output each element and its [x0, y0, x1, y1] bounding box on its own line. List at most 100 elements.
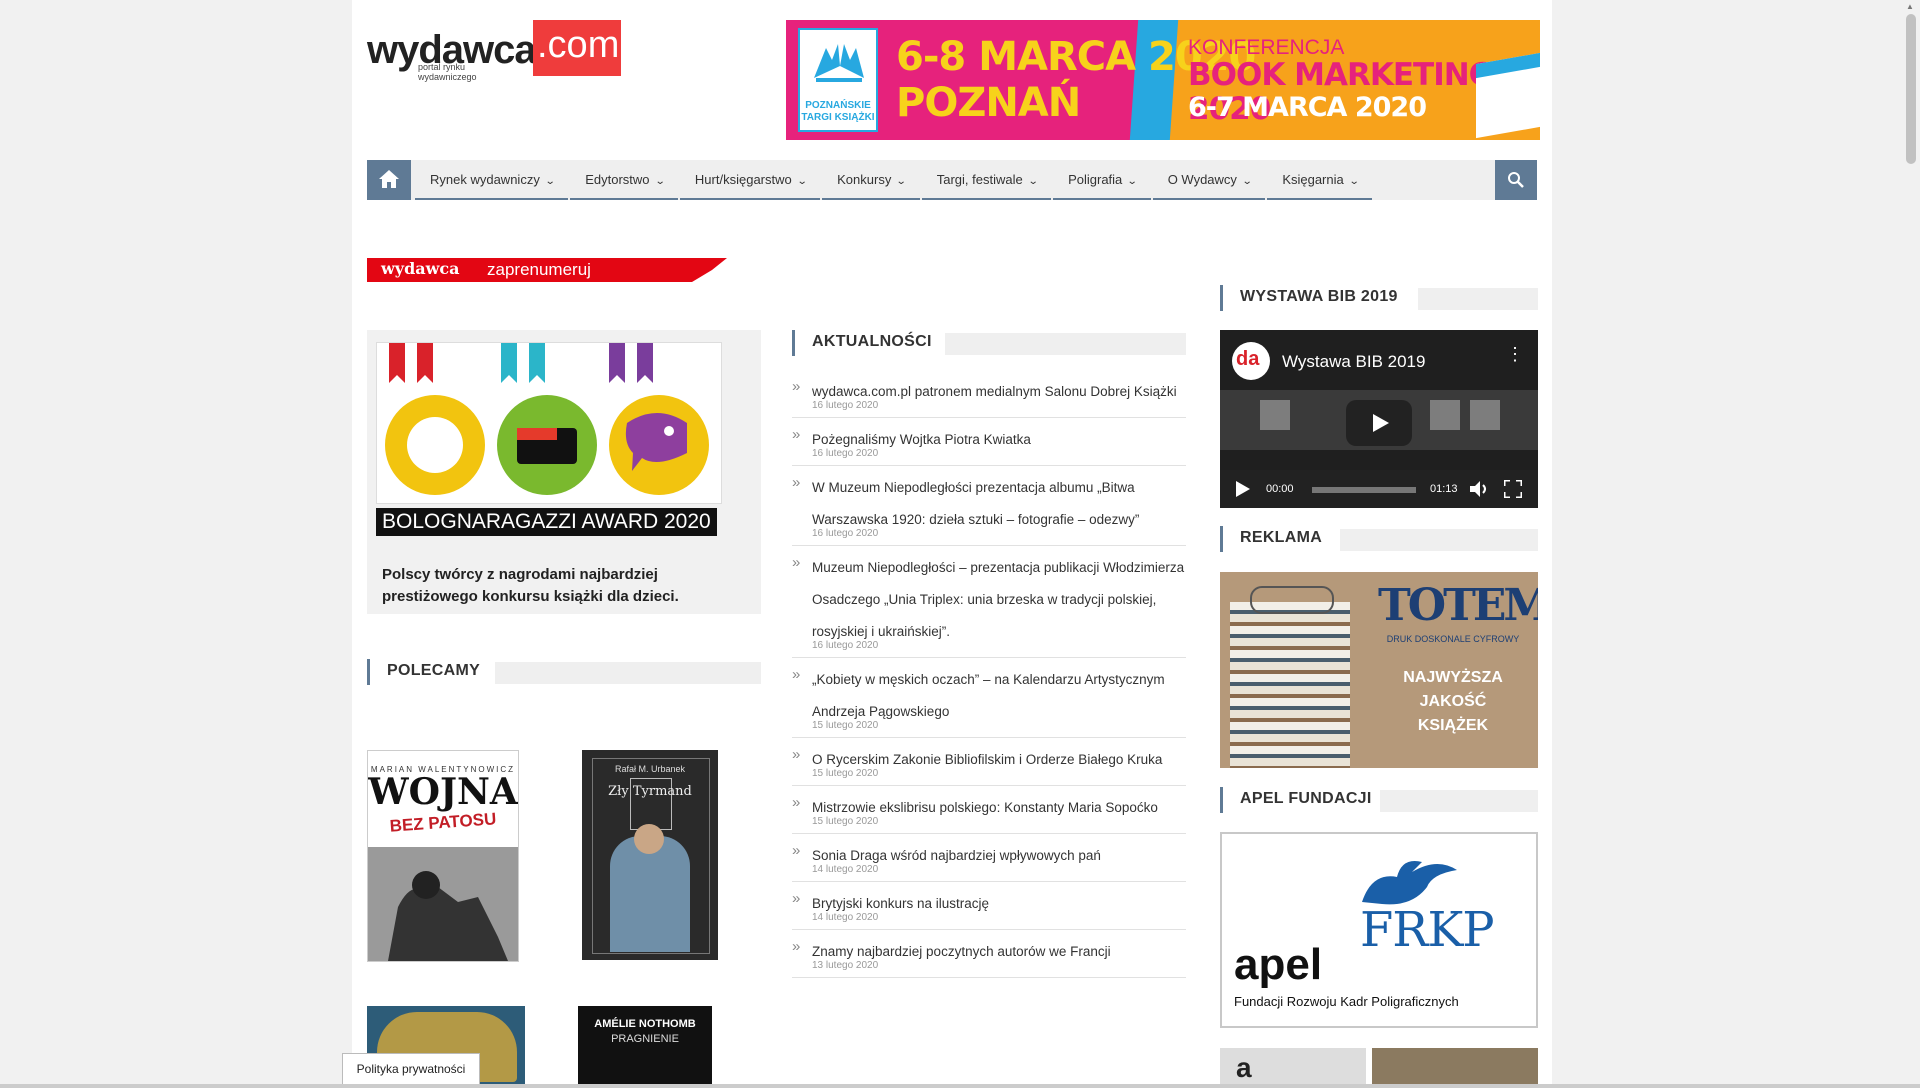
double-chevron-icon: » [792, 842, 801, 859]
double-chevron-icon: » [792, 746, 801, 763]
news-item[interactable]: » wydawca.com.pl patronem medialnym Salon… [792, 370, 1186, 418]
frkp-caption: Fundacji Rozwoju Kadr Poligraficznych [1234, 994, 1459, 1009]
totem-slogan-line: JAKOŚĆ [1419, 693, 1487, 710]
fullscreen-icon[interactable] [1504, 480, 1522, 498]
double-chevron-icon: » [792, 794, 801, 811]
volume-icon[interactable] [1470, 481, 1490, 497]
news-title[interactable]: W Muzeum Niepodległości prezentacja albu… [812, 472, 1186, 536]
news-title[interactable]: „Kobiety w męskich oczach” – na Kalendar… [812, 664, 1186, 728]
recommended-book-wojna[interactable]: MARIAN WALENTYNOWICZ WOJNA BEZ PATOSU [367, 750, 519, 962]
section-fill [945, 333, 1186, 355]
book-fair-logo: POZNAŃSKIE TARGI KSIĄŻKI [798, 28, 878, 132]
frkp-word: apel [1234, 940, 1323, 989]
sidebar-ad-bottom-right[interactable] [1372, 1048, 1538, 1088]
featured-image [376, 342, 722, 504]
nav-item-hurt-ksiegarstwo[interactable]: Hurt/księgarstwo ⌄ [679, 160, 821, 200]
double-chevron-icon: » [792, 474, 801, 491]
nav-item-konkursy[interactable]: Konkursy ⌄ [822, 160, 920, 200]
chevron-down-icon: ⌄ [1127, 176, 1138, 187]
frkp-appeal-banner[interactable]: FRKP apel Fundacji Rozwoju Kadr Poligraf… [1220, 832, 1538, 1028]
section-fill [1380, 790, 1538, 812]
nav-item-ksiegarnia[interactable]: Księgarnia ⌄ [1267, 160, 1373, 200]
totem-logo: TOTEM [1378, 580, 1538, 631]
video-player[interactable]: da Wystawa BIB 2019 ⋮ 00:00 01:13 [1220, 330, 1538, 508]
scrollbar-thumb[interactable] [1906, 14, 1916, 164]
soldier-illustration [388, 871, 508, 961]
section-marker [1220, 285, 1223, 311]
ad-logo-mark: a [1236, 1052, 1252, 1083]
book-author: Rafał M. Urbanek [614, 764, 686, 774]
search-icon [1508, 172, 1524, 188]
section-title: WYSTAWA BIB 2019 [1240, 288, 1398, 305]
news-item[interactable]: » Mistrzowie ekslibrisu polskiego: Konsta… [792, 786, 1186, 834]
nav-item-edytorstwo[interactable]: Edytorstwo ⌄ [570, 160, 678, 200]
news-list: » wydawca.com.pl patronem medialnym Salon… [792, 370, 1186, 978]
book-cover-head [634, 824, 664, 854]
video-duration: 01:13 [1430, 483, 1458, 495]
section-title: POLECAMY [387, 662, 481, 679]
nav-item-targi-festiwale[interactable]: Targi, festiwale ⌄ [921, 160, 1052, 200]
nav-item-label: Hurt/księgarstwo [694, 172, 792, 187]
nav-item-label: Poligrafia [1068, 172, 1123, 187]
home-button[interactable] [367, 160, 411, 200]
featured-article[interactable]: BOLOGNARAGAZZI AWARD 2020 Polscy twórcy … [367, 330, 761, 614]
sidebar-ad-bottom-left[interactable]: a [1220, 1048, 1366, 1088]
glasses-image [1250, 586, 1334, 614]
chevron-down-icon: ⌄ [544, 176, 556, 187]
nav-item-rynek-wydawniczy[interactable]: Rynek wydawniczy ⌄ [415, 160, 569, 200]
news-item[interactable]: » O Rycerskim Zakonie Bibliofilskim i Ord… [792, 738, 1186, 786]
nav-item-label: Konkursy [837, 172, 892, 187]
logo-tagline: portal rynku wydawniczego [418, 62, 477, 82]
subscribe-banner[interactable]: wydawca zaprenumeruj [367, 258, 727, 282]
section-marker [367, 659, 370, 685]
scrollbar[interactable]: ▲ [1902, 0, 1920, 1088]
scroll-up-arrow-icon[interactable]: ▲ [1906, 2, 1914, 11]
nav-item-label: Rynek wydawniczy [430, 172, 540, 187]
privacy-policy-button[interactable]: Polityka prywatności [342, 1053, 480, 1086]
play-overlay-button[interactable] [1346, 400, 1412, 446]
video-controls: 00:00 01:13 [1220, 470, 1538, 508]
recommended-book-zly-tyrmand[interactable]: Rafał M. Urbanek Zły Tyrmand [582, 750, 718, 960]
news-title[interactable]: Muzeum Niepodległości – prezentacja publ… [812, 552, 1186, 648]
nav-item-poligrafia[interactable]: Poligrafia ⌄ [1053, 160, 1151, 200]
news-item[interactable]: » Znamy najbardziej poczytnych autorów we… [792, 930, 1186, 978]
top-banner-ad[interactable]: POZNAŃSKIE TARGI KSIĄŻKI 6-8 MARCA 2020 … [786, 20, 1540, 140]
book-fair-name: POZNAŃSKIE TARGI KSIĄŻKI [801, 100, 875, 123]
birds-icon [814, 44, 864, 82]
chevron-down-icon: ⌄ [896, 176, 907, 187]
book-stack-image [1230, 602, 1350, 768]
play-icon[interactable] [1236, 481, 1250, 497]
news-date: 16 lutego 2020 [812, 640, 879, 651]
subscribe-label: zaprenumeruj [487, 260, 591, 279]
video-title[interactable]: Wystawa BIB 2019 [1282, 352, 1425, 372]
news-item[interactable]: » Brytyjski konkurs na ilustrację 14 luteg… [792, 882, 1186, 930]
news-item[interactable]: » Pożegnaliśmy Wojtka Piotra Kwiatka 16 lu… [792, 418, 1186, 466]
site-container: wydawca .com.pl portal rynku wydawniczeg… [352, 0, 1552, 1088]
news-item[interactable]: » Sonia Draga wśród najbardziej wpływowyc… [792, 834, 1186, 882]
news-item[interactable]: » W Muzeum Niepodległości prezentacja alb… [792, 466, 1186, 546]
channel-avatar[interactable]: da [1232, 342, 1270, 380]
ad-section-header: REKLAMA [1220, 526, 1538, 552]
double-chevron-icon: » [792, 938, 801, 955]
nav-item-label: O Wydawcy [1167, 172, 1237, 187]
video-progress-bar[interactable] [1312, 487, 1416, 493]
news-item[interactable]: » „Kobiety w męskich oczach” – na Kalenda… [792, 658, 1186, 738]
more-options-icon[interactable]: ⋮ [1506, 345, 1524, 363]
recommended-book-pragnienie[interactable]: AMÉLIE NOTHOMB PRAGNIENIE [578, 1006, 712, 1088]
nav-item-label: Edytorstwo [585, 172, 650, 187]
video-thumbnail-frame [1260, 400, 1290, 430]
double-chevron-icon: » [792, 890, 801, 907]
news-item[interactable]: » Muzeum Niepodległości – prezentacja pub… [792, 546, 1186, 658]
featured-text[interactable]: Polscy twórcy z nagrodami najbardziej pr… [382, 564, 742, 608]
main-navigation: Rynek wydawniczy ⌄ Edytorstwo ⌄ Hurt/księg… [367, 160, 1537, 200]
banner-conference-dates: 6-7 MARCA 2020 [1188, 92, 1427, 123]
totem-slogan-line: NAJWYŻSZA [1403, 669, 1503, 686]
totem-tagline: DRUK DOSKONALE CYFROWY [1386, 634, 1520, 644]
double-chevron-icon: » [792, 666, 801, 683]
totem-ad[interactable]: TOTEM DRUK DOSKONALE CYFROWY NAJWYŻSZA J… [1220, 572, 1538, 768]
section-fill [495, 662, 761, 684]
search-button[interactable] [1495, 160, 1537, 200]
nav-item-o-wydawcy[interactable]: O Wydawcy ⌄ [1152, 160, 1266, 200]
chevron-down-icon: ⌄ [654, 176, 666, 187]
double-chevron-icon: » [792, 554, 801, 571]
